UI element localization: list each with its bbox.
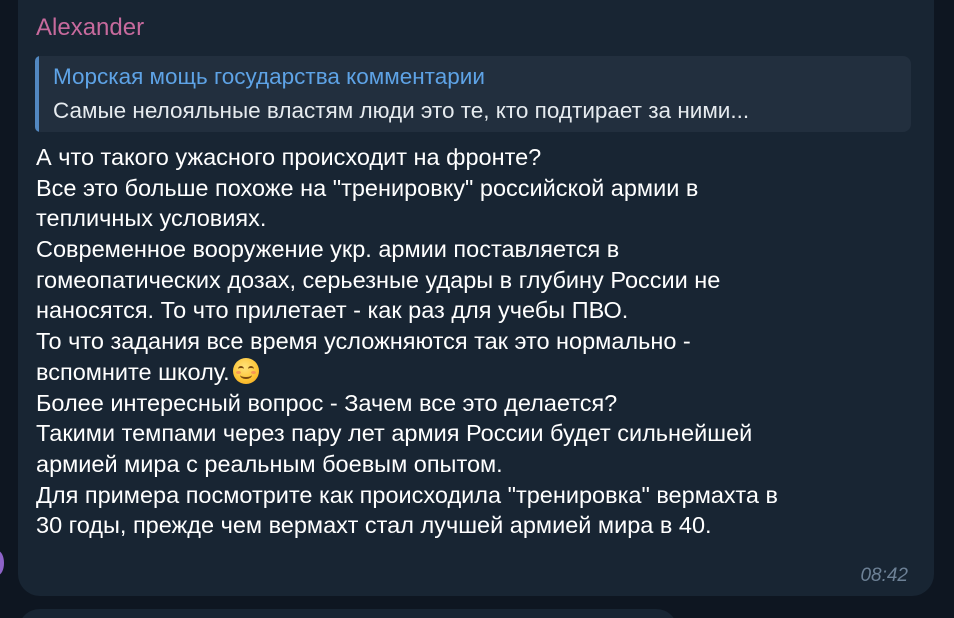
message-line: тепличных условиях.: [36, 203, 916, 234]
message-line-text: армией мира с реальным боевым опытом.: [36, 450, 503, 477]
message-line-text: Более интересный вопрос - Зачем все это …: [36, 389, 618, 416]
message-line-text: Такими темпами через пару лет армия Росс…: [36, 420, 753, 447]
message-line-text: А что такого ужасного происходит на фрон…: [36, 144, 542, 170]
reply-text: Самые нелояльные властям люди это те, кт…: [53, 98, 750, 123]
reply-title: Морская мощь государства комментарии: [53, 64, 485, 89]
message-line: гомеопатических дозах, серьезные удары в…: [36, 265, 916, 296]
message-line-text: Для примера посмотрите как происходила "…: [36, 481, 778, 508]
message-line-text: 30 годы, прежде чем вермахт стал лучшей …: [36, 512, 712, 539]
message-line-text: Современное вооружение укр. армии постав…: [36, 236, 620, 263]
reply-quote[interactable]: Морская мощь государства комментарии Сам…: [35, 56, 911, 132]
message-line-text: гомеопатических дозах, серьезные удары в…: [36, 266, 721, 293]
message-line: Современное вооружение укр. армии постав…: [36, 234, 916, 265]
message-timestamp: 08:42: [860, 565, 908, 586]
chat-view: Alexander Морская мощь государства комме…: [0, 0, 954, 618]
sender-name[interactable]: Alexander: [36, 14, 144, 42]
message-line: Все это больше похоже на "тренировку" ро…: [36, 173, 916, 204]
message-text: А что такого ужасного происходит на фрон…: [36, 142, 916, 541]
sender-avatar[interactable]: [0, 551, 4, 575]
smiling-face-icon: [232, 357, 259, 384]
message-line-text: вспомните школу.: [36, 358, 230, 385]
next-message-bubble[interactable]: [18, 609, 678, 618]
message-line: Такими темпами через пару лет армия Росс…: [36, 418, 916, 449]
message-line: наносятся. То что прилетает - как раз дл…: [36, 295, 916, 326]
message-line-text: тепличных условиях.: [36, 205, 267, 232]
message-line: Более интересный вопрос - Зачем все это …: [36, 388, 916, 419]
message-line: А что такого ужасного происходит на фрон…: [36, 142, 916, 173]
message-line: армией мира с реальным боевым опытом.: [36, 449, 916, 480]
message-line-text: наносятся. То что прилетает - как раз дл…: [36, 297, 629, 324]
message-line: Для примера посмотрите как происходила "…: [36, 480, 916, 511]
message-line-text: Все это больше похоже на "тренировку" ро…: [36, 174, 699, 201]
message-line: 30 годы, прежде чем вермахт стал лучшей …: [36, 510, 916, 541]
message-line-text: То что задания все время усложняются так…: [36, 328, 691, 355]
reply-accent-bar: [35, 56, 39, 132]
message-line: То что задания все время усложняются так…: [36, 326, 916, 357]
message-line: вспомните школу.: [36, 357, 916, 388]
